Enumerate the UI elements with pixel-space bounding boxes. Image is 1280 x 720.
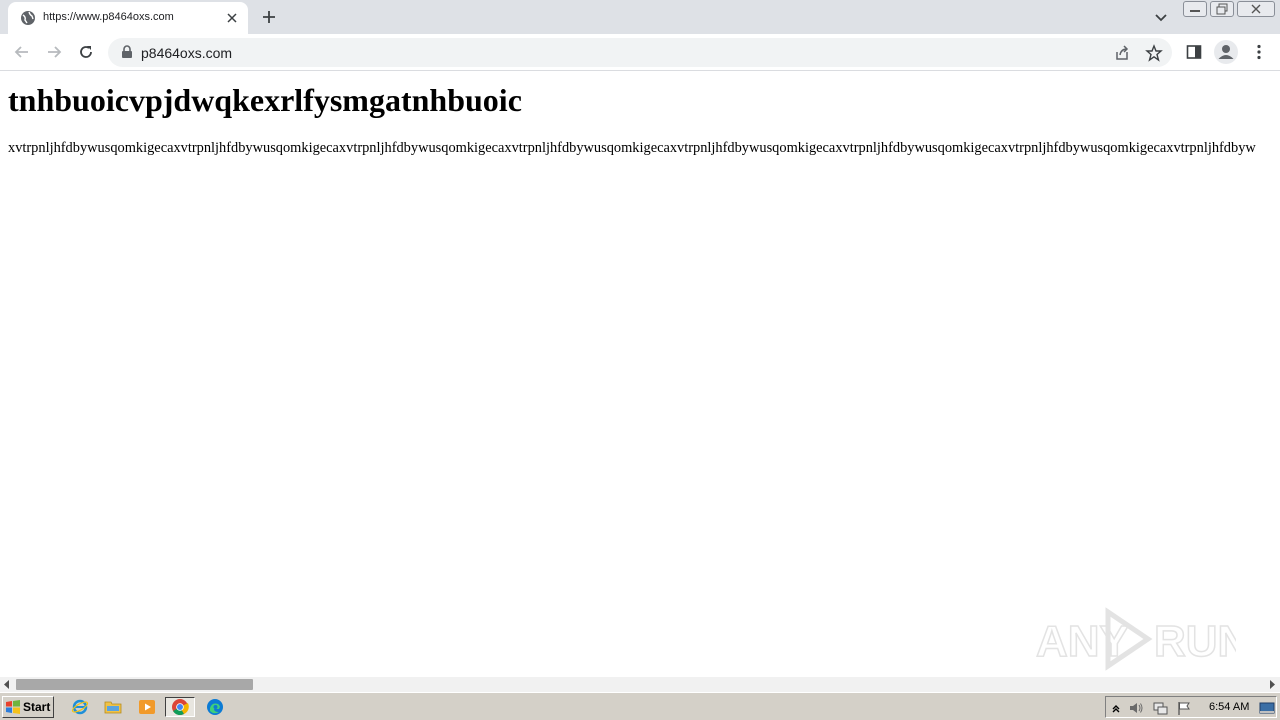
windows-taskbar: Start 6:54 AM [0, 692, 1280, 720]
scrollbar-thumb[interactable] [16, 679, 253, 690]
start-label: Start [23, 700, 51, 714]
back-arrow-icon[interactable] [13, 43, 31, 61]
internet-explorer-icon [71, 699, 89, 715]
taskbar-file-explorer[interactable] [102, 697, 124, 717]
edge-icon [207, 699, 223, 715]
page-paragraph: xvtrpnljhfdbywusqomkigecaxvtrpnljhfdbywu… [8, 140, 1256, 156]
reload-icon[interactable] [77, 43, 95, 61]
globe-icon [21, 11, 35, 25]
file-explorer-icon [104, 701, 122, 714]
svg-text:RUN: RUN [1154, 617, 1236, 666]
lock-icon[interactable] [120, 45, 134, 59]
page-viewport: tnhbuoicvpjdwqkexrlfysmgatnhbuoic xvtrpn… [0, 72, 1280, 677]
media-player-icon [139, 700, 155, 714]
system-tray: 6:54 AM [1105, 696, 1277, 718]
profile-icon [1218, 45, 1234, 59]
url-text: p8464oxs.com [141, 45, 233, 61]
scroll-right-arrow-icon[interactable] [1268, 680, 1276, 689]
kebab-menu-icon[interactable] [1250, 43, 1268, 61]
side-panel-icon[interactable] [1185, 43, 1203, 61]
chrome-icon [172, 699, 189, 716]
volume-icon[interactable] [1128, 700, 1144, 716]
anyrun-watermark-logo: ANY RUN [1036, 607, 1236, 671]
windows-logo-icon [6, 700, 20, 714]
browser-toolbar: p8464oxs.com [0, 34, 1280, 71]
close-tab-icon[interactable] [224, 10, 240, 26]
share-icon[interactable] [1113, 44, 1131, 62]
taskbar-internet-explorer[interactable] [69, 697, 91, 717]
action-center-flag-icon[interactable] [1176, 700, 1192, 716]
tab-search-chevron-icon[interactable] [1153, 9, 1169, 25]
taskbar-chrome[interactable] [165, 697, 195, 717]
taskbar-media-player[interactable] [136, 697, 158, 717]
forward-arrow-icon[interactable] [45, 43, 63, 61]
tab-title: https://www.p8464oxs.com [43, 11, 174, 23]
show-desktop-icon[interactable] [1259, 700, 1275, 716]
minimize-icon [1190, 10, 1200, 12]
browser-tab[interactable]: https://www.p8464oxs.com [8, 2, 248, 34]
taskbar-clock[interactable]: 6:54 AM [1209, 701, 1249, 713]
scroll-left-arrow-icon[interactable] [3, 680, 11, 689]
address-bar[interactable]: p8464oxs.com [108, 38, 1172, 67]
close-window-button[interactable] [1237, 1, 1275, 17]
bookmark-star-icon[interactable] [1145, 44, 1163, 62]
profile-avatar[interactable] [1214, 40, 1238, 64]
minimize-button[interactable] [1183, 1, 1207, 17]
window-controls [1183, 1, 1275, 18]
show-hidden-icons-icon[interactable] [1108, 700, 1124, 716]
network-icon[interactable] [1152, 700, 1168, 716]
restore-button[interactable] [1210, 1, 1234, 17]
start-button[interactable]: Start [2, 696, 54, 718]
close-window-icon [1251, 4, 1261, 14]
tab-strip: https://www.p8464oxs.com [0, 0, 1280, 34]
new-tab-plus-icon[interactable] [260, 8, 278, 26]
page-heading: tnhbuoicvpjdwqkexrlfysmgatnhbuoic [8, 82, 522, 118]
taskbar-edge[interactable] [204, 697, 226, 717]
horizontal-scrollbar[interactable] [0, 677, 1280, 692]
restore-icon [1216, 3, 1228, 15]
